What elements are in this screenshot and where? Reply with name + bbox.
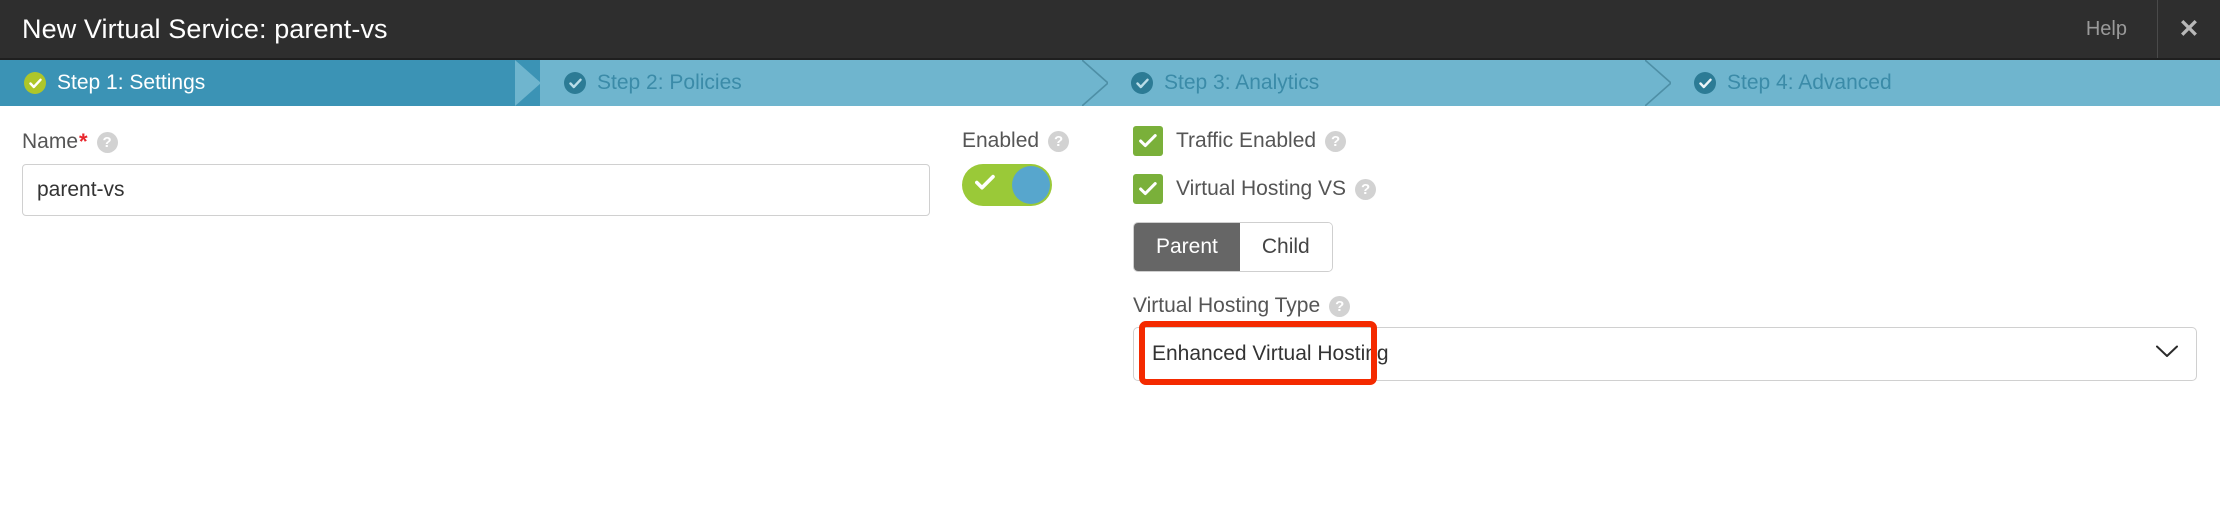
- window-title-bar: New Virtual Service: parent-vs Help ✕: [0, 0, 2220, 58]
- virtual-hosting-column: Traffic Enabled ? Virtual Hosting VS ? P…: [1133, 126, 2197, 385]
- help-icon[interactable]: ?: [96, 131, 118, 153]
- step-chevron-divider: [515, 60, 541, 106]
- virtual-hosting-vs-label: Virtual Hosting VS: [1176, 177, 1347, 200]
- page-title: New Virtual Service: parent-vs: [22, 13, 388, 44]
- help-icon[interactable]: ?: [1329, 295, 1351, 317]
- enabled-toggle[interactable]: [962, 164, 1052, 206]
- virtual-hosting-type-label: Virtual Hosting Type: [1133, 294, 1321, 317]
- vs-role-child-button[interactable]: Child: [1239, 223, 1332, 271]
- virtual-hosting-type-select-wrap: Enhanced Virtual Hosting: [1133, 321, 2197, 385]
- traffic-enabled-label-row: Traffic Enabled ?: [1176, 129, 1347, 153]
- toggle-knob: [1012, 166, 1050, 204]
- virtual-hosting-type-selected-value: Enhanced Virtual Hosting: [1152, 342, 1389, 365]
- step-chevron-divider: [1082, 60, 1108, 106]
- vs-role-segmented-control: Parent Child: [1133, 222, 1333, 272]
- enabled-label: Enabled: [962, 129, 1040, 152]
- wizard-step-3-label: Step 3: Analytics: [1164, 71, 1320, 94]
- title-bar-actions: Help ✕: [2056, 0, 2220, 58]
- traffic-enabled-row: Traffic Enabled ?: [1133, 126, 2197, 156]
- close-icon[interactable]: ✕: [2158, 0, 2220, 58]
- name-label-row: Name * ?: [22, 129, 930, 155]
- wizard-step-3[interactable]: Step 3: Analytics: [1107, 60, 1671, 106]
- vs-role-parent-button[interactable]: Parent: [1134, 223, 1240, 271]
- virtual-hosting-vs-checkbox[interactable]: [1133, 174, 1163, 204]
- wizard-step-4-label: Step 4: Advanced: [1727, 71, 1892, 94]
- check-circle-icon: [564, 72, 586, 94]
- wizard-step-bar: Step 1: Settings Step 2: Policies Step 3…: [0, 58, 2220, 106]
- settings-form: Name* ? Enabled ? Traffic Enabled ?: [0, 106, 2220, 532]
- check-circle-icon: [24, 72, 46, 94]
- virtual-hosting-type-select[interactable]: Enhanced Virtual Hosting: [1133, 327, 2197, 381]
- name-field-group: Name * ?: [22, 129, 930, 216]
- check-icon: [974, 174, 995, 196]
- traffic-enabled-label: Traffic Enabled: [1176, 129, 1317, 152]
- check-circle-icon: [1131, 72, 1153, 94]
- wizard-step-2[interactable]: Step 2: Policies: [540, 60, 1108, 106]
- wizard-step-4[interactable]: Step 4: Advanced: [1670, 60, 2220, 106]
- enabled-label-row: Enabled ?: [962, 129, 1070, 153]
- help-icon[interactable]: ?: [1355, 178, 1377, 200]
- virtual-hosting-vs-row: Virtual Hosting VS ?: [1133, 174, 2197, 204]
- wizard-step-1-label: Step 1: Settings: [57, 71, 206, 94]
- name-input[interactable]: [22, 164, 930, 216]
- help-icon[interactable]: ?: [1325, 130, 1347, 152]
- step-chevron-divider: [1645, 60, 1671, 106]
- enabled-field-group: Enabled ?: [962, 129, 1070, 206]
- wizard-step-1[interactable]: Step 1: Settings: [0, 60, 541, 106]
- help-link[interactable]: Help: [2056, 0, 2158, 58]
- required-marker: *: [79, 129, 88, 154]
- virtual-hosting-vs-label-row: Virtual Hosting VS ?: [1176, 177, 1377, 201]
- help-icon[interactable]: ?: [1048, 130, 1070, 152]
- virtual-hosting-type-label-row: Virtual Hosting Type ?: [1133, 294, 2197, 318]
- name-label: Name: [22, 130, 79, 153]
- traffic-enabled-checkbox[interactable]: [1133, 126, 1163, 156]
- wizard-step-2-label: Step 2: Policies: [597, 71, 742, 94]
- check-circle-icon: [1694, 72, 1716, 94]
